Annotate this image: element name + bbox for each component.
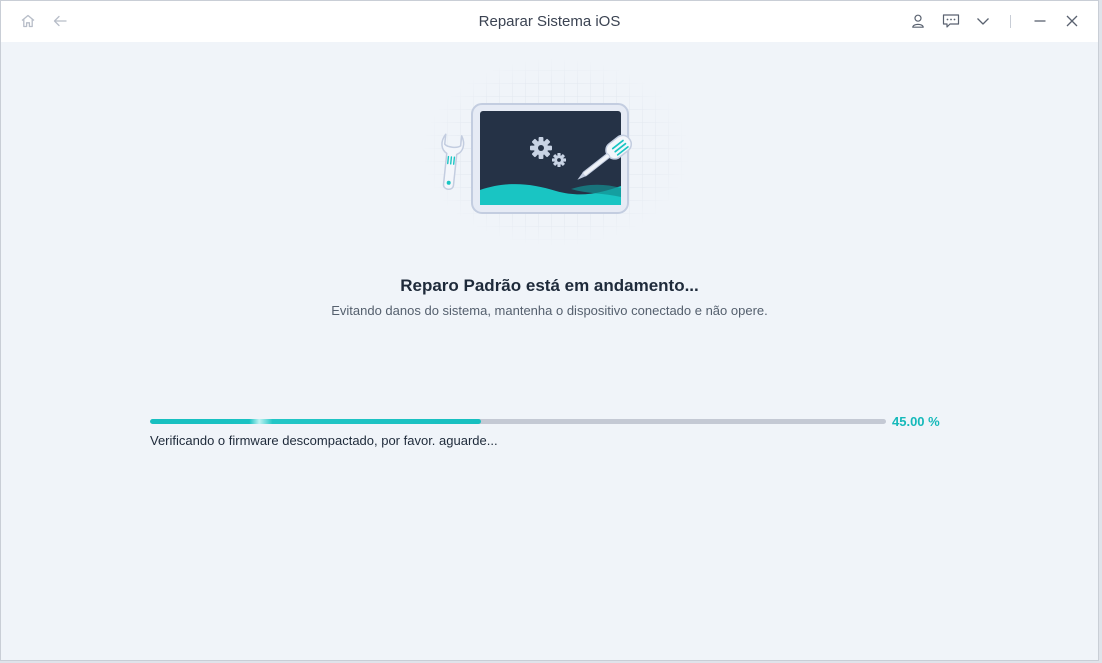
user-icon[interactable] bbox=[908, 11, 928, 31]
progress-bar bbox=[150, 419, 886, 424]
title-bar: Reparar Sistema iOS bbox=[1, 1, 1098, 42]
chevron-down-icon[interactable] bbox=[973, 11, 993, 31]
status-heading: Reparo Padrão está em andamento... bbox=[400, 276, 699, 295]
progress-bar-fill bbox=[150, 419, 482, 424]
progress-percent: 45.00 % bbox=[892, 414, 940, 429]
app-window: Reparar Sistema iOS Reparo Padrão está e… bbox=[0, 0, 1099, 661]
feedback-icon[interactable] bbox=[941, 11, 961, 31]
titlebar-separator bbox=[1010, 15, 1011, 28]
progress-status-text: Verificando o firmware descompactado, po… bbox=[150, 433, 498, 448]
window-title: Reparar Sistema iOS bbox=[478, 13, 621, 30]
status-subheading: Evitando danos do sistema, mantenha o di… bbox=[331, 303, 768, 318]
minimize-icon[interactable] bbox=[1030, 11, 1050, 31]
repair-illustration bbox=[421, 57, 691, 247]
close-icon[interactable] bbox=[1062, 11, 1082, 31]
